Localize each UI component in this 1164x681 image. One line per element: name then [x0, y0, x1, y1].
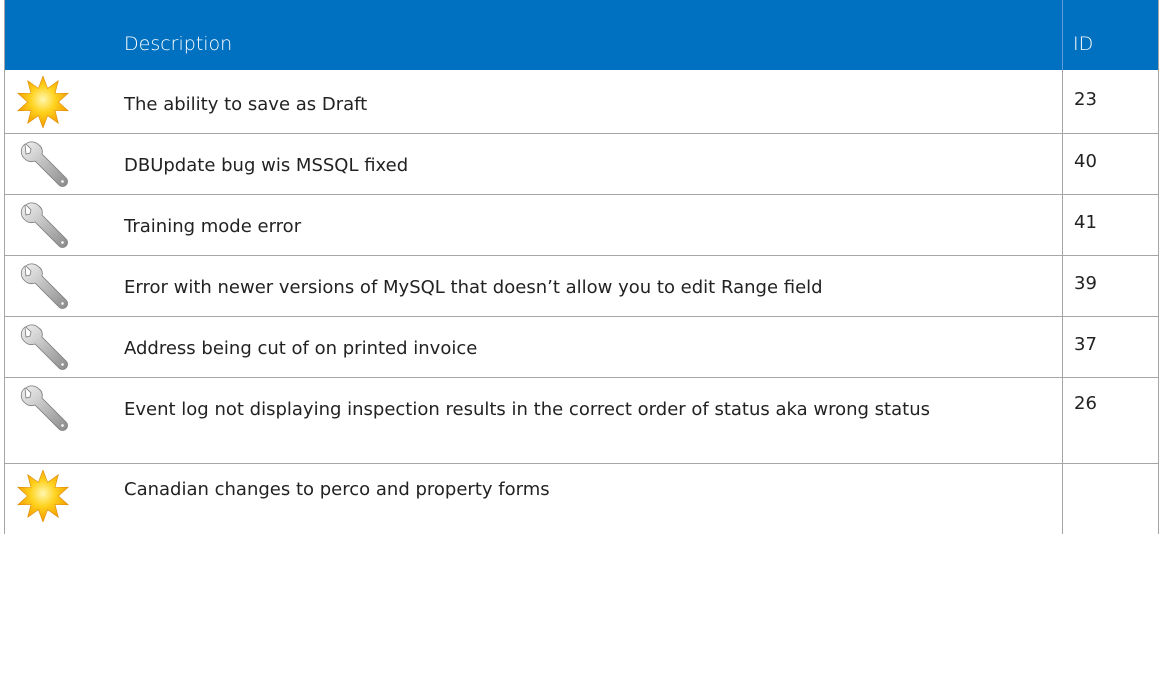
wrench-icon — [17, 384, 69, 436]
wrench-icon — [17, 201, 69, 253]
row-description: Canadian changes to perco and property f… — [116, 464, 1063, 534]
row-id: 41 — [1074, 212, 1097, 233]
table-row: Event log not displaying inspection resu… — [5, 378, 1158, 464]
header-icon-cell — [5, 0, 116, 70]
wrench-icon — [17, 140, 69, 192]
row-description: The ability to save as Draft — [116, 70, 1063, 133]
table-header: Description ID — [5, 0, 1158, 70]
row-id — [1063, 464, 1158, 534]
star-icon — [17, 470, 69, 522]
table-row: Training mode error 41 — [5, 195, 1158, 256]
table-row: Canadian changes to perco and property f… — [5, 464, 1158, 534]
table-row: The ability to save as Draft 23 — [5, 70, 1158, 134]
table-row: Error with newer versions of MySQL that … — [5, 256, 1158, 317]
header-id: ID — [1073, 33, 1094, 55]
row-description: Training mode error — [116, 195, 1063, 255]
row-id: 40 — [1074, 151, 1097, 172]
star-icon — [17, 76, 69, 128]
release-notes-table: Description ID The ability to save as Dr… — [4, 0, 1159, 534]
table-row: DBUpdate bug wis MSSQL fixed 40 — [5, 134, 1158, 195]
row-id: 39 — [1074, 273, 1097, 294]
row-description: Error with newer versions of MySQL that … — [116, 256, 1063, 316]
row-id: 26 — [1074, 393, 1097, 414]
header-description: Description — [116, 0, 1063, 70]
row-id: 37 — [1074, 334, 1097, 355]
wrench-icon — [17, 262, 69, 314]
wrench-icon — [17, 323, 69, 375]
row-description: Address being cut of on printed invoice — [116, 317, 1063, 377]
row-description: Event log not displaying inspection resu… — [116, 378, 1063, 463]
table-row: Address being cut of on printed invoice … — [5, 317, 1158, 378]
row-id: 23 — [1074, 89, 1097, 110]
row-description: DBUpdate bug wis MSSQL fixed — [116, 134, 1063, 194]
